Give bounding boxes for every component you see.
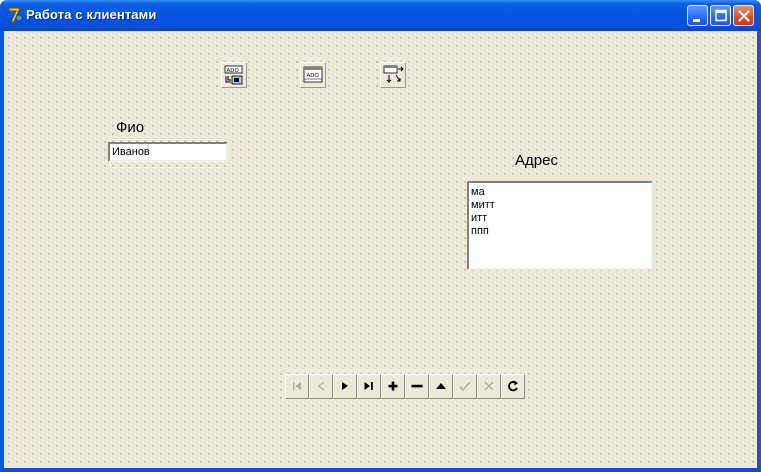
refresh-button[interactable] — [501, 374, 525, 399]
post-record-button[interactable] — [453, 374, 477, 399]
last-record-button[interactable] — [357, 374, 381, 399]
ado-table-icon: ADO — [303, 66, 323, 83]
edit-record-icon — [436, 383, 446, 389]
form-client-area: ADO ADO Фио Иванов Адрес ма митт итт ппп — [4, 31, 757, 468]
maximize-button[interactable] — [710, 5, 731, 26]
next-record-icon — [342, 382, 348, 390]
db-navigator — [285, 374, 525, 399]
svg-text:ADO: ADO — [227, 68, 240, 74]
prior-record-icon — [317, 381, 325, 391]
delete-record-icon — [411, 384, 423, 388]
first-record-button[interactable] — [285, 374, 309, 399]
insert-record-button[interactable] — [381, 374, 405, 399]
cancel-record-icon — [484, 381, 494, 391]
cancel-record-button[interactable] — [477, 374, 501, 399]
first-record-icon — [293, 382, 301, 390]
delphi-app-icon — [8, 7, 23, 23]
list-item[interactable]: ппп — [471, 225, 651, 238]
address-listbox[interactable]: ма митт итт ппп — [467, 181, 653, 270]
ado-connection-icon: ADO — [224, 65, 243, 85]
close-button[interactable] — [733, 5, 754, 26]
maximize-icon — [715, 9, 727, 22]
ado-connection-component[interactable]: ADO — [221, 62, 247, 88]
next-record-button[interactable] — [333, 374, 357, 399]
last-record-icon — [364, 382, 373, 390]
title-bar[interactable]: Работа с клиентами — [0, 0, 761, 31]
window-bottom-border — [0, 468, 761, 472]
ado-table-component[interactable]: ADO — [300, 62, 326, 88]
list-item[interactable]: ма — [471, 186, 651, 199]
minimize-icon — [693, 19, 700, 22]
svg-text:ADO: ADO — [307, 73, 320, 79]
prior-record-button[interactable] — [309, 374, 333, 399]
edit-record-button[interactable] — [429, 374, 453, 399]
delete-record-button[interactable] — [405, 374, 429, 399]
post-record-icon — [459, 381, 471, 392]
refresh-icon — [508, 380, 518, 392]
main-window: Работа с клиентами ADO ADO Фио Иванов Ад… — [0, 0, 761, 472]
datasource-component[interactable] — [380, 62, 406, 88]
fio-edit-field[interactable]: Иванов — [108, 142, 228, 162]
list-item[interactable]: митт — [471, 199, 651, 212]
address-label: Адрес — [515, 152, 558, 169]
close-icon — [738, 10, 750, 22]
insert-record-icon — [388, 381, 398, 391]
window-title: Работа с клиентами — [26, 7, 157, 22]
fio-label: Фио — [116, 119, 145, 136]
datasource-icon — [383, 65, 404, 83]
minimize-button[interactable] — [687, 5, 708, 26]
list-item[interactable]: итт — [471, 212, 651, 225]
